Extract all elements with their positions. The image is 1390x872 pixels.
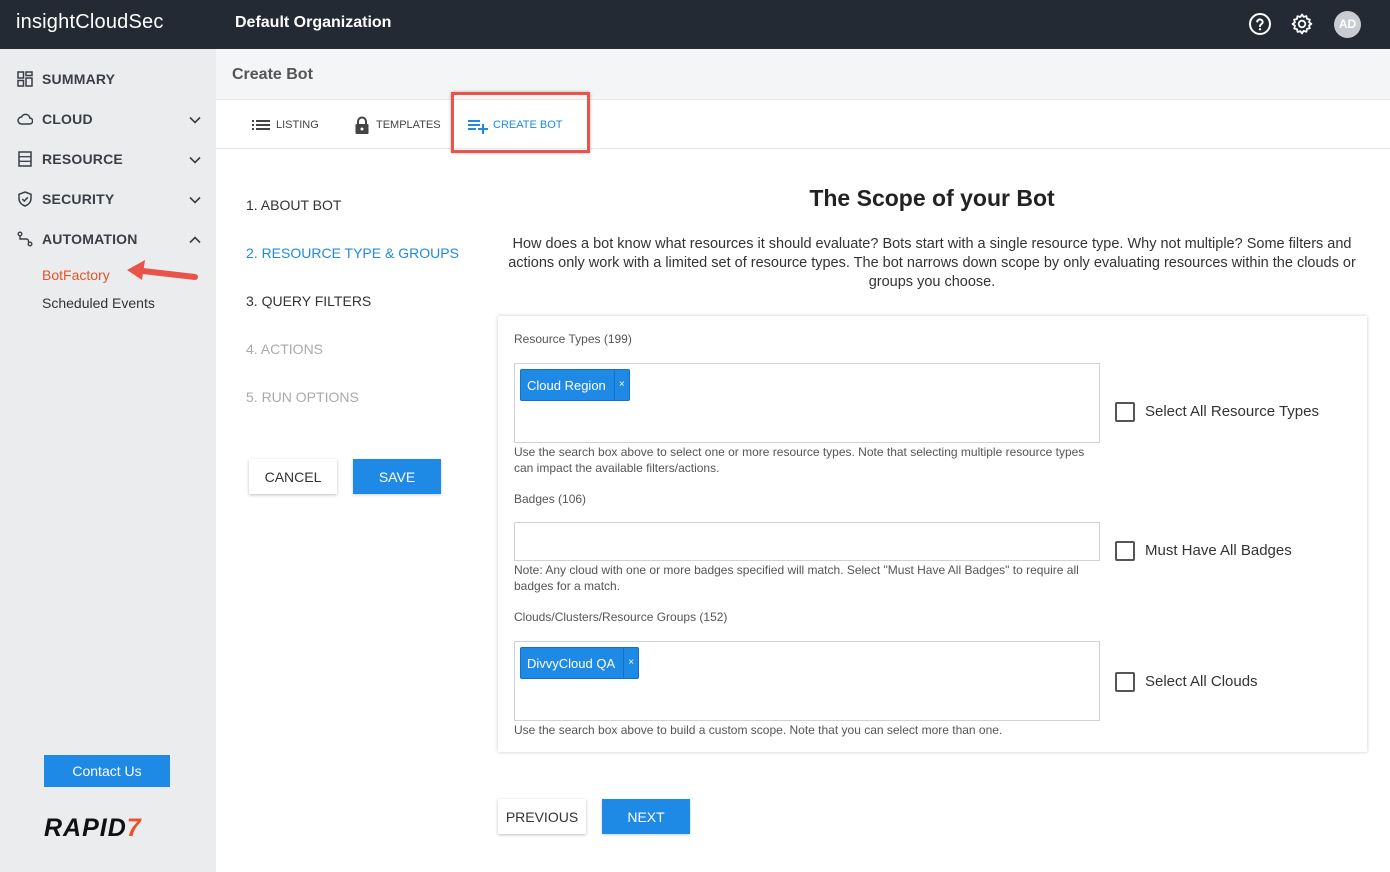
chevron-down-icon[interactable] <box>188 113 202 127</box>
tab-bar: LISTING TEMPLATES CREATE BOT <box>216 100 1390 149</box>
checkbox-label: Select All Clouds <box>1145 673 1258 690</box>
checkbox-label: Must Have All Badges <box>1145 542 1292 559</box>
tab-listing[interactable]: LISTING <box>251 115 331 135</box>
step-query-filters[interactable]: 3. QUERY FILTERS <box>246 293 371 309</box>
section-description: How does a bot know what resources it sh… <box>508 236 1356 290</box>
logo-text-light: insight <box>16 11 76 33</box>
sidebar-item-security[interactable]: SECURITY <box>0 183 216 215</box>
chip-remove-icon[interactable]: × <box>613 370 629 400</box>
brand-text: RAPID <box>44 814 127 842</box>
tab-label: TEMPLATES <box>376 119 441 131</box>
resource-icon <box>17 151 33 167</box>
main-content: Create Bot LISTING TEMPLATES CREATE BOT … <box>216 49 1390 872</box>
resource-types-input[interactable]: Cloud Region × <box>514 363 1100 443</box>
sidebar-subitem-scheduled-events[interactable]: Scheduled Events <box>42 295 155 311</box>
sidebar-item-label: SUMMARY <box>42 71 116 87</box>
help-icon[interactable] <box>1248 12 1272 36</box>
clouds-label: Clouds/Clusters/Resource Groups (152) <box>514 610 728 624</box>
cloud-icon <box>17 111 34 127</box>
organization-name[interactable]: Default Organization <box>235 14 391 32</box>
top-bar: insightCloudSec Default Organization AD <box>0 0 1390 49</box>
resource-types-help: Use the search box above to select one o… <box>514 445 1085 475</box>
logo-text-bold: CloudSec <box>75 11 164 33</box>
tab-create-bot[interactable]: CREATE BOT <box>468 115 564 135</box>
checkbox-box[interactable] <box>1115 541 1135 561</box>
clouds-input[interactable]: DivvyCloud QA × <box>514 641 1100 721</box>
badges-input[interactable] <box>514 522 1100 561</box>
next-button[interactable]: NEXT <box>602 799 690 834</box>
rapid7-logo: RAPID7 <box>44 814 142 843</box>
tab-templates[interactable]: TEMPLATES <box>352 115 442 135</box>
step-actions: 4. ACTIONS <box>246 341 324 357</box>
brand-seven: 7 <box>126 814 142 842</box>
chip-label: Cloud Region <box>527 377 606 393</box>
sidebar: SUMMARY CLOUD RESOURCE SECURITY AUTOMATI… <box>0 49 216 872</box>
select-all-resource-types-checkbox[interactable]: Select All Resource Types <box>1115 402 1335 422</box>
sidebar-item-label: AUTOMATION <box>42 231 138 247</box>
chip-remove-icon[interactable]: × <box>623 648 638 678</box>
resource-type-chip: Cloud Region × <box>520 369 630 401</box>
list-icon <box>251 115 271 135</box>
sidebar-item-label: RESOURCE <box>42 151 123 167</box>
step-resource-type-groups[interactable]: 2. RESOURCE TYPE & GROUPS <box>246 245 459 261</box>
badges-help: Note: Any cloud with one or more badges … <box>514 563 1079 593</box>
shield-icon <box>17 191 33 207</box>
checkbox-label: Select All Resource Types <box>1145 403 1319 420</box>
tab-label: CREATE BOT <box>493 119 563 131</box>
cloud-chip: DivvyCloud QA × <box>520 647 640 679</box>
chevron-down-icon[interactable] <box>188 193 202 207</box>
previous-button[interactable]: PREVIOUS <box>498 799 586 834</box>
app-logo[interactable]: insightCloudSec <box>16 11 164 34</box>
save-button[interactable]: SAVE <box>353 459 441 494</box>
sidebar-item-summary[interactable]: SUMMARY <box>0 63 216 95</box>
badges-label: Badges (106) <box>514 492 587 506</box>
step-about-bot[interactable]: 1. ABOUT BOT <box>246 197 341 213</box>
step-run-options: 5. RUN OPTIONS <box>246 389 359 405</box>
contact-us-button[interactable]: Contact Us <box>44 755 170 787</box>
chip-label: DivvyCloud QA <box>527 655 616 671</box>
select-all-clouds-checkbox[interactable]: Select All Clouds <box>1115 672 1275 692</box>
pointer-arrow-annotation <box>127 260 198 280</box>
automation-icon <box>17 231 33 247</box>
cancel-button[interactable]: CANCEL <box>249 459 337 494</box>
sidebar-item-label: CLOUD <box>42 111 93 127</box>
sidebar-item-label: SECURITY <box>42 191 115 207</box>
page-header: Create Bot <box>216 49 1390 100</box>
lock-icon <box>352 115 372 135</box>
summary-grid-icon <box>17 71 33 87</box>
checkbox-box[interactable] <box>1115 672 1135 692</box>
sidebar-item-resource[interactable]: RESOURCE <box>0 143 216 175</box>
resource-types-label: Resource Types (199) <box>514 332 632 346</box>
page-title: Create Bot <box>232 66 313 83</box>
gear-icon[interactable] <box>1290 12 1314 36</box>
clouds-help: Use the search box above to build a cust… <box>514 723 1003 737</box>
tab-label: LISTING <box>276 119 319 131</box>
sidebar-item-automation[interactable]: AUTOMATION <box>0 223 216 255</box>
chevron-down-icon[interactable] <box>188 153 202 167</box>
chevron-up-icon[interactable] <box>188 233 202 247</box>
must-have-all-badges-checkbox[interactable]: Must Have All Badges <box>1115 541 1315 561</box>
avatar[interactable]: AD <box>1334 11 1361 38</box>
add-list-icon <box>468 115 488 135</box>
scope-form-card: Resource Types (199) Cloud Region × Use … <box>498 316 1367 752</box>
sidebar-subitem-botfactory[interactable]: BotFactory <box>42 267 110 283</box>
section-heading: The Scope of your Bot <box>809 185 1055 211</box>
sidebar-item-cloud[interactable]: CLOUD <box>0 103 216 135</box>
checkbox-box[interactable] <box>1115 402 1135 422</box>
